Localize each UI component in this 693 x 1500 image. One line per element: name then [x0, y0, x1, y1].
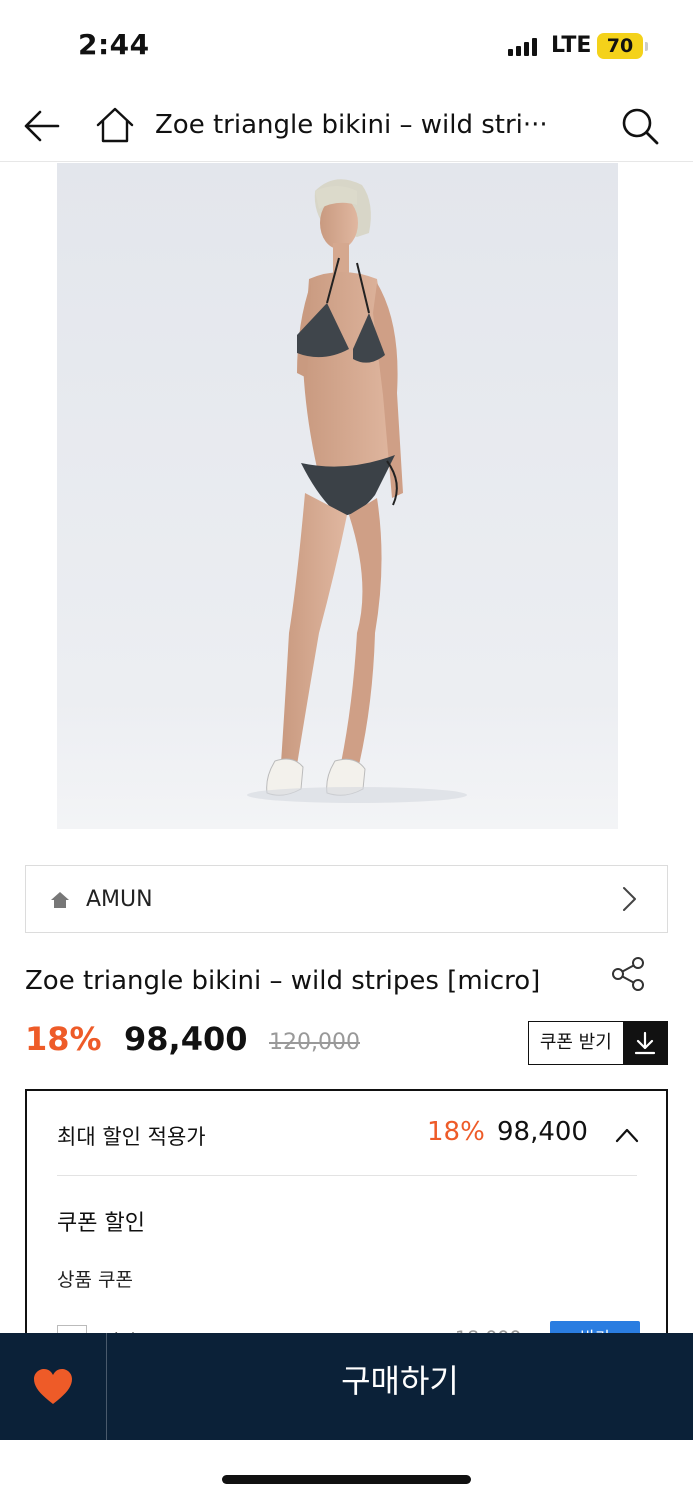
- home-filled-icon: [51, 892, 69, 908]
- product-coupon-label: 상품 쿠폰: [57, 1269, 133, 1291]
- home-indicator: [222, 1475, 471, 1484]
- home-button[interactable]: [95, 106, 135, 144]
- panel-divider: [57, 1175, 637, 1176]
- wishlist-button[interactable]: [0, 1333, 106, 1440]
- back-button[interactable]: [22, 108, 62, 144]
- status-bar: 2:44 LTE 70: [0, 0, 693, 90]
- discount-rate: 18%: [25, 1020, 102, 1058]
- max-discount-price: 98,400: [497, 1117, 588, 1147]
- page-title: Zoe triangle bikini – wild stri···: [155, 110, 545, 140]
- product-photo: [57, 163, 618, 829]
- product-image[interactable]: [57, 163, 618, 829]
- home-icon: [96, 107, 134, 143]
- network-label: LTE: [551, 33, 592, 58]
- search-button[interactable]: [620, 106, 660, 146]
- heart-icon: [34, 1368, 72, 1404]
- coupon-discount-label: 쿠폰 할인: [57, 1211, 145, 1236]
- brand-name: AMUN: [86, 887, 153, 912]
- buy-button[interactable]: 구매하기: [107, 1333, 693, 1440]
- bottom-action-bar: 구매하기: [0, 1333, 693, 1440]
- share-button[interactable]: [610, 956, 646, 992]
- coupon-button-label: 쿠폰 받기: [539, 1032, 612, 1053]
- share-icon: [612, 957, 644, 991]
- brand-link[interactable]: AMUN: [25, 865, 668, 933]
- battery-icon: 70: [597, 33, 648, 59]
- chevron-up-icon[interactable]: [615, 1127, 639, 1143]
- signal-icon: [508, 38, 537, 56]
- status-time: 2:44: [78, 28, 150, 61]
- sale-price: 98,400: [124, 1020, 248, 1058]
- coupon-download-button[interactable]: 쿠폰 받기: [528, 1021, 668, 1065]
- original-price: 120,000: [269, 1030, 360, 1055]
- download-icon: [622, 1022, 667, 1064]
- max-discount-title: 최대 할인 적용가: [57, 1125, 206, 1149]
- top-nav-bar: Zoe triangle bikini – wild stri···: [0, 90, 693, 162]
- search-icon: [622, 108, 659, 145]
- chevron-right-icon: [623, 887, 636, 911]
- max-discount-rate: 18%: [427, 1117, 485, 1147]
- product-name: Zoe triangle bikini – wild stripes [micr…: [25, 966, 541, 996]
- arrow-left-icon: [24, 110, 60, 142]
